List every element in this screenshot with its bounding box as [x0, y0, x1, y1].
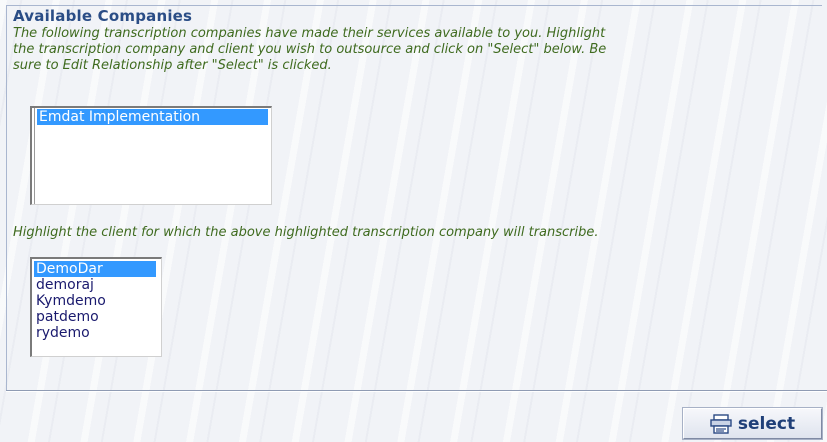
select-button-label: select	[737, 413, 796, 434]
client-option-demodar[interactable]: DemoDar	[34, 261, 156, 277]
company-option[interactable]: Emdat Implementation	[37, 109, 268, 125]
select-button[interactable]: select	[682, 407, 823, 440]
client-option-demoraj[interactable]: demoraj	[34, 277, 156, 293]
client-listbox[interactable]: DemoDar demoraj Kymdemo patdemo rydemo	[30, 257, 162, 357]
footer-divider-highlight	[6, 391, 827, 392]
client-option-rydemo[interactable]: rydemo	[34, 325, 156, 341]
client-instructions: Highlight the client for which the above…	[13, 225, 599, 240]
listbox-inner-edge	[34, 108, 35, 204]
company-listbox[interactable]: Emdat Implementation	[30, 106, 272, 205]
client-option-patdemo[interactable]: patdemo	[34, 309, 156, 325]
client-option-kymdemo[interactable]: Kymdemo	[34, 293, 156, 309]
intro-instructions: The following transcription companies ha…	[13, 26, 607, 73]
list-icon	[710, 413, 732, 434]
section-title: Available Companies	[13, 7, 193, 25]
